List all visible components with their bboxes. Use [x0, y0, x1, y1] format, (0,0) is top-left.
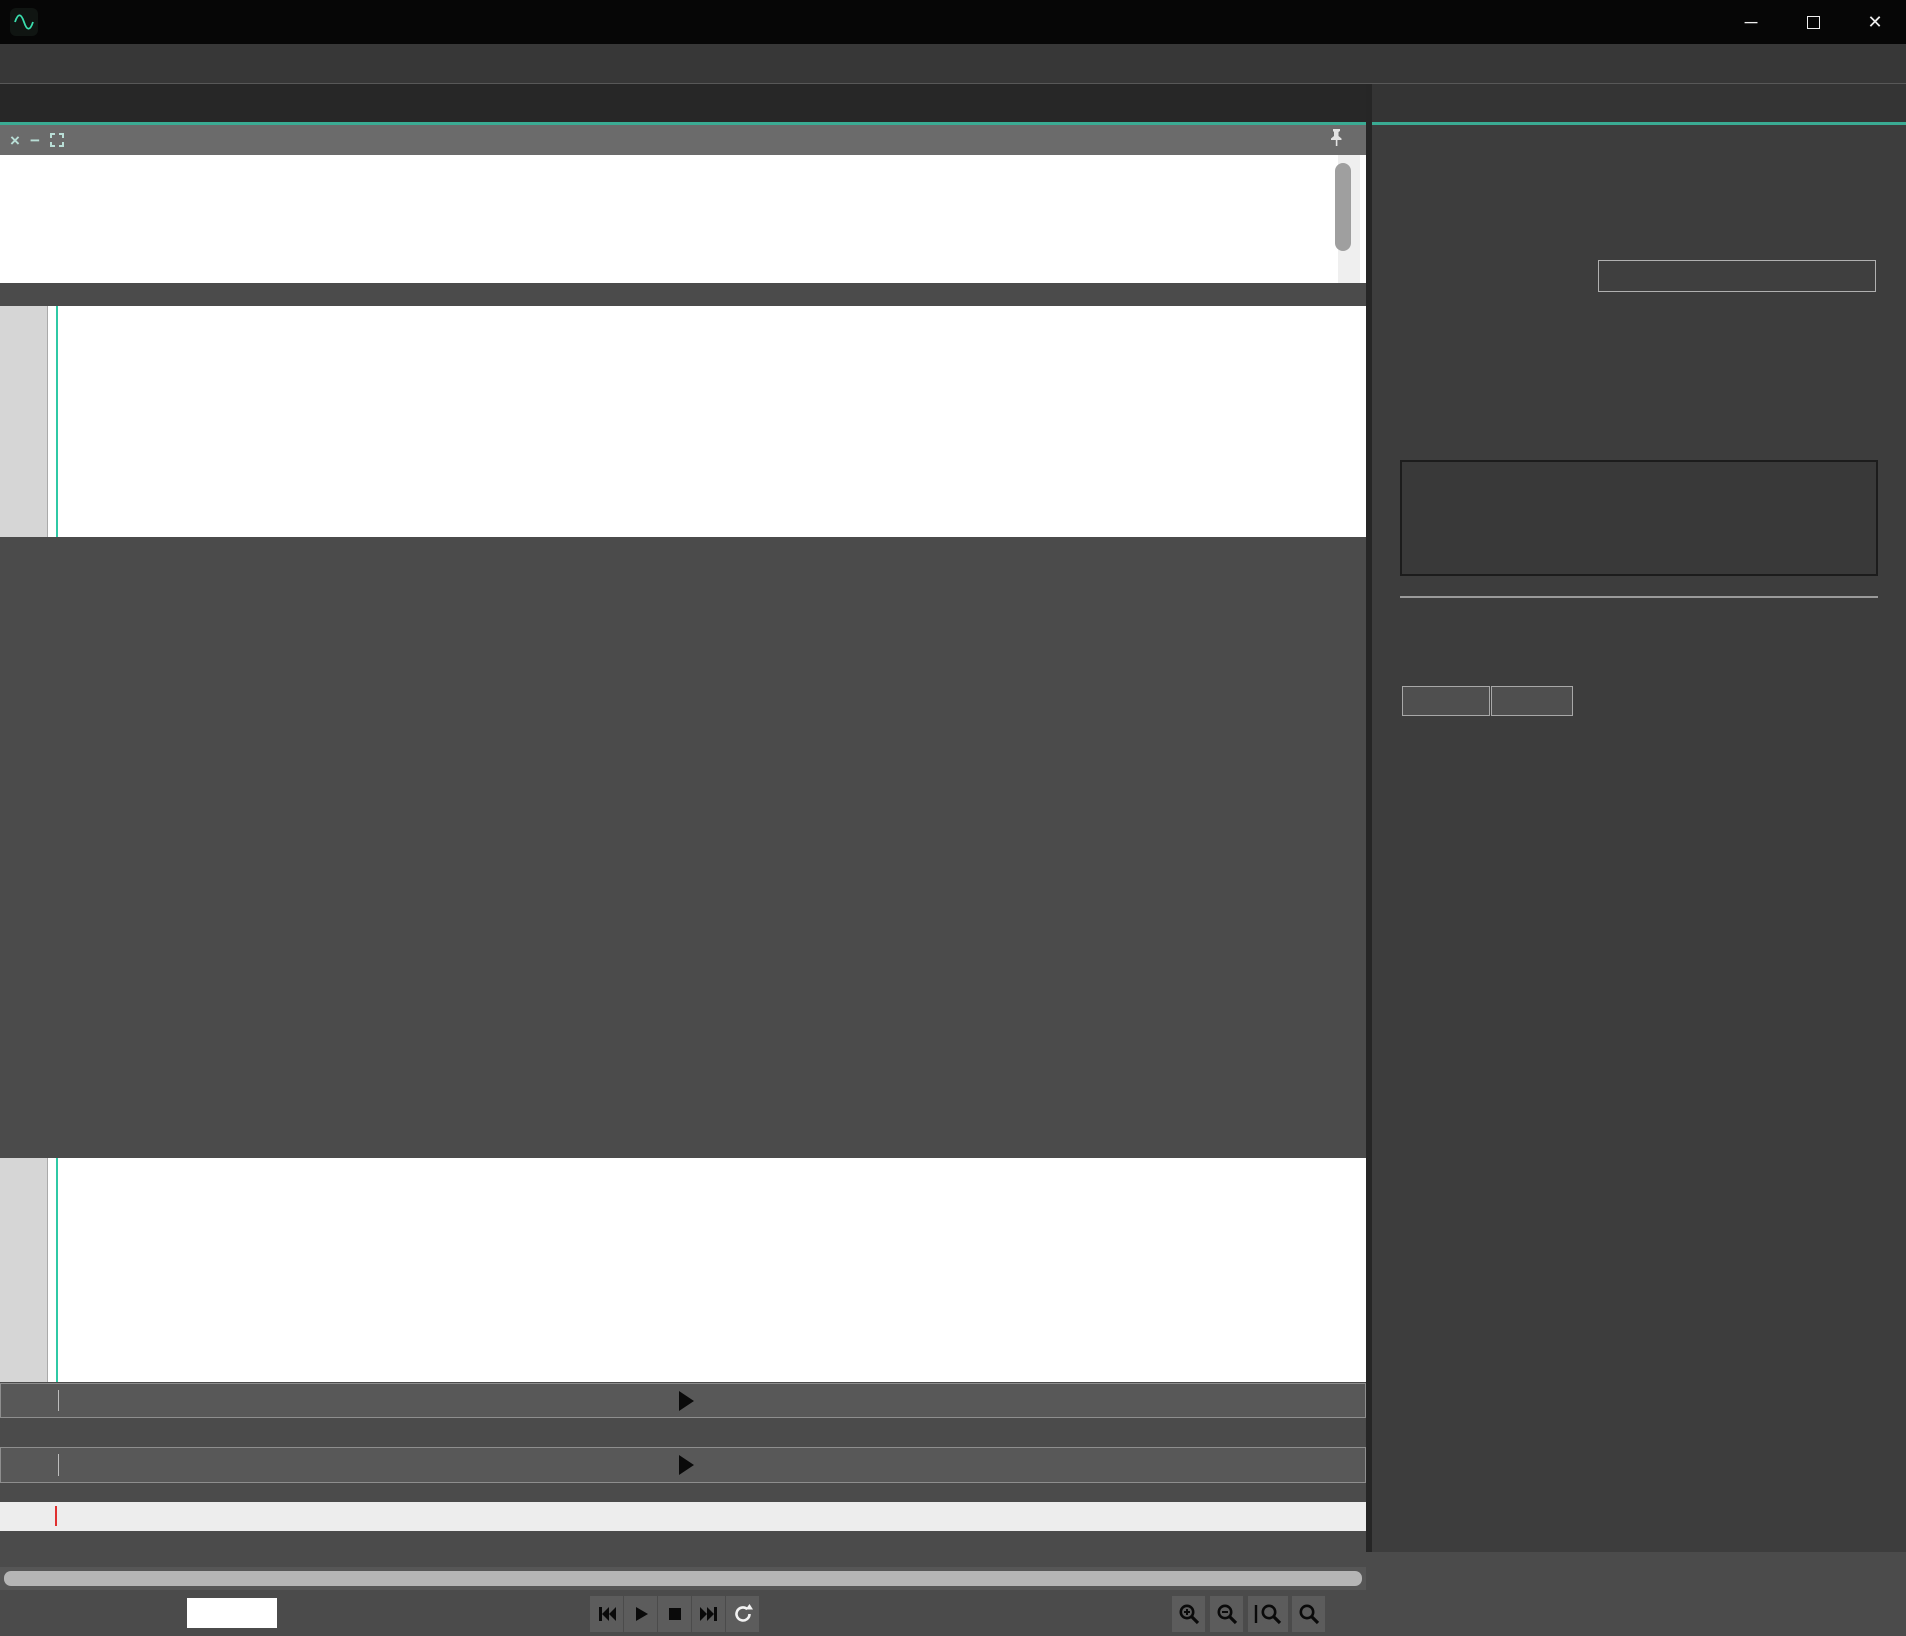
horizontal-scrollbar-track[interactable] [0, 1567, 1366, 1590]
skip-to-end-button[interactable] [692, 1596, 725, 1632]
modifiers-axis-gutter [0, 1158, 48, 1382]
app-logo-icon [10, 8, 38, 36]
hide-all-button[interactable] [1491, 686, 1573, 716]
modifiers-panel-body[interactable] [0, 1158, 1366, 1382]
minimize-panel-icon[interactable]: − [30, 132, 40, 149]
text-scrollbar-thumb[interactable] [1335, 163, 1351, 251]
play-button[interactable] [624, 1596, 657, 1632]
text-panel-header: × − [0, 125, 1366, 155]
current-time-input[interactable] [187, 1598, 277, 1628]
playhead-cursor[interactable] [56, 306, 58, 537]
zoom-in-button[interactable] [1172, 1596, 1205, 1632]
framerate-input[interactable] [1598, 260, 1876, 292]
time-range-row[interactable] [0, 1502, 1366, 1531]
horizontal-scrollbar-thumb[interactable] [4, 1571, 1362, 1586]
title-bar: ─ ✕ [0, 0, 1906, 44]
skip-to-start-button[interactable] [590, 1596, 623, 1632]
section-divider [1400, 596, 1878, 598]
visualizers-list[interactable] [1400, 460, 1878, 576]
current-time-caret[interactable] [55, 1506, 57, 1526]
timeline-zoom-slider-bottom[interactable] [0, 1447, 1366, 1483]
inspector-tab-bar [1372, 84, 1906, 122]
zoom-selection-button[interactable] [1292, 1596, 1325, 1632]
close-panel-icon[interactable]: × [10, 132, 20, 149]
maximize-window-button[interactable] [1782, 0, 1844, 44]
expand-panel-icon[interactable] [50, 133, 64, 147]
zoom-fit-button[interactable] [1248, 1596, 1288, 1632]
transport-bar [0, 1590, 1366, 1636]
slider-handle-icon[interactable] [678, 1454, 695, 1476]
waveform-axis-gutter [0, 306, 48, 537]
inspector-panel [1366, 84, 1906, 1552]
zoom-out-button[interactable] [1210, 1596, 1243, 1632]
slider-handle-icon[interactable] [678, 1390, 695, 1412]
show-all-button[interactable] [1402, 686, 1490, 716]
text-scrollbar-track[interactable] [1338, 155, 1360, 283]
stop-button[interactable] [658, 1596, 691, 1632]
close-window-button[interactable]: ✕ [1844, 0, 1906, 44]
pin-icon[interactable] [1329, 128, 1344, 152]
waveform-panel-body[interactable] [0, 306, 1366, 537]
main-dock-area: × − [0, 84, 1366, 1552]
text-panel-body[interactable] [0, 155, 1366, 283]
minimize-window-button[interactable]: ─ [1720, 0, 1782, 44]
loop-button[interactable] [726, 1596, 759, 1632]
slider-start-tick [58, 1454, 59, 1476]
playhead-cursor[interactable] [56, 1158, 58, 1382]
slider-start-tick [58, 1390, 59, 1411]
tab-accent-line [1372, 122, 1906, 125]
document-tab-bar [0, 84, 1366, 122]
timeline-zoom-slider-top[interactable] [0, 1383, 1366, 1418]
menu-bar [0, 44, 1906, 84]
